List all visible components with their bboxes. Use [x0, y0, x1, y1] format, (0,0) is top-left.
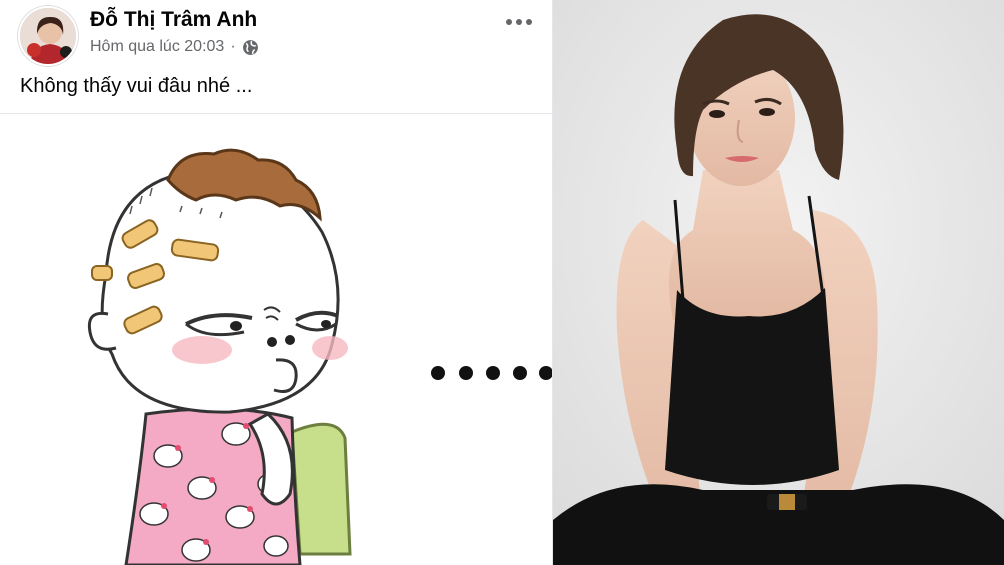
- globe-icon[interactable]: [242, 39, 259, 56]
- sticker-image[interactable]: [0, 114, 553, 565]
- black-top: [665, 288, 839, 485]
- more-options-icon[interactable]: [501, 10, 537, 34]
- post-meta: Hôm qua lúc 20:03 ·: [90, 38, 259, 56]
- post-caption: Không thấy vui đâu nhé ...: [20, 75, 253, 97]
- post-header: Đỗ Thị Trâm Anh Hôm qua lúc 20:03 ·: [0, 0, 552, 70]
- meta-separator: ·: [230, 38, 236, 55]
- dot: [516, 19, 522, 25]
- author-avatar[interactable]: [18, 6, 78, 66]
- chair: [290, 422, 352, 556]
- dot: [506, 19, 512, 25]
- facebook-post: Đỗ Thị Trâm Anh Hôm qua lúc 20:03 · Khôn…: [0, 0, 553, 565]
- dot: [526, 19, 532, 25]
- author-name[interactable]: Đỗ Thị Trâm Anh: [90, 8, 257, 32]
- post-timestamp[interactable]: Hôm qua lúc 20:03: [90, 38, 224, 56]
- portrait-photo[interactable]: [553, 0, 1004, 565]
